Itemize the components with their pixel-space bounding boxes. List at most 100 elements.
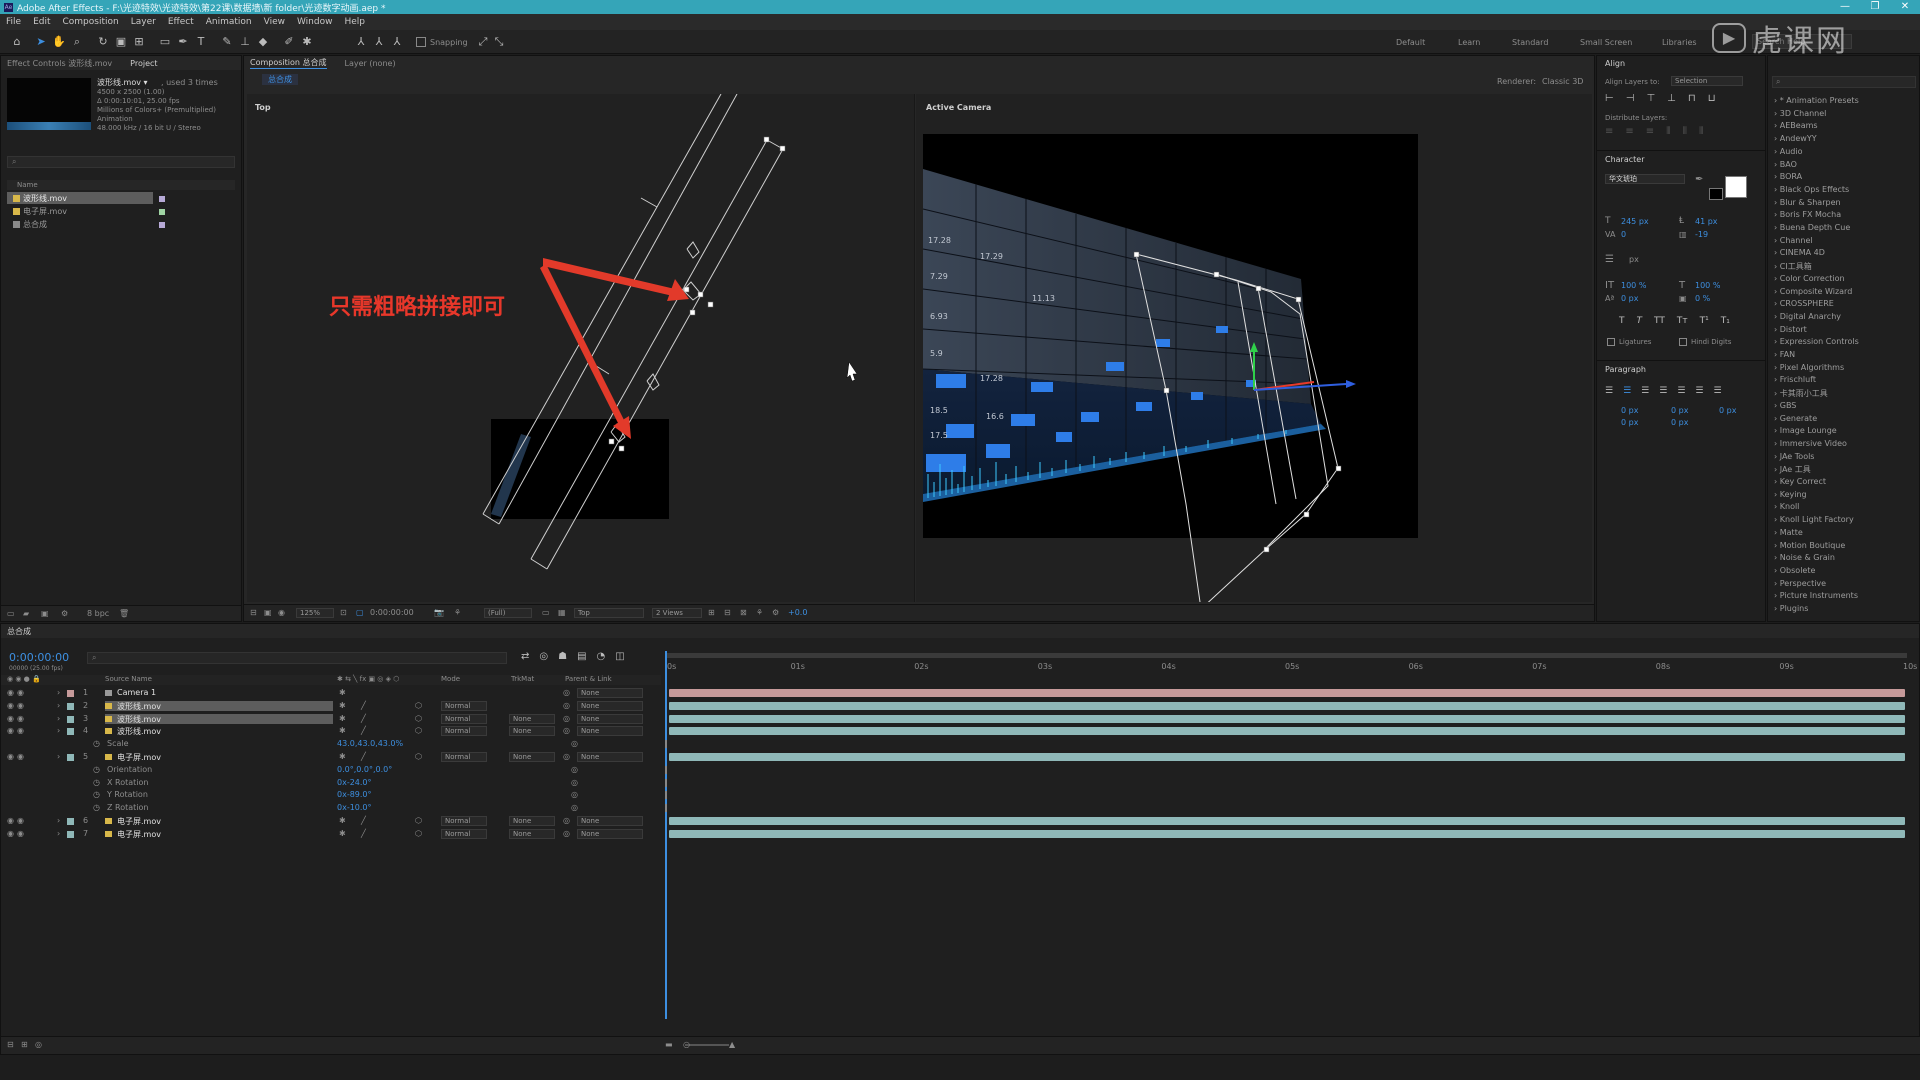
align-to-dropdown[interactable]: Selection xyxy=(1671,76,1743,86)
layer-label-color[interactable] xyxy=(67,728,74,736)
effect-category-item[interactable]: › Blur & Sharpen xyxy=(1774,198,1841,207)
shy-switch-icon[interactable]: ✱ xyxy=(339,726,346,735)
layer-duration-bar[interactable] xyxy=(669,701,1905,710)
bit-depth-label[interactable]: 8 bpc xyxy=(87,609,109,618)
tab-layer[interactable]: Layer (none) xyxy=(345,59,396,68)
mask-visibility-icon[interactable]: ◉ xyxy=(278,608,285,617)
effect-category-item[interactable]: › FAN xyxy=(1774,350,1795,359)
trash-icon[interactable]: 🗑 xyxy=(119,609,129,618)
rotation-tool-icon[interactable]: ↻ xyxy=(96,35,110,49)
effect-category-item[interactable]: › Distort xyxy=(1774,325,1807,334)
menu-help[interactable]: Help xyxy=(344,17,365,27)
frame-blending-icon[interactable]: ▤ xyxy=(577,651,586,662)
effect-category-item[interactable]: › * Animation Presets xyxy=(1774,96,1859,105)
effect-category-item[interactable]: › Boris FX Mocha xyxy=(1774,210,1841,219)
align-hcenter-icon[interactable]: ⊣ xyxy=(1626,93,1635,104)
comp-breadcrumb[interactable]: 总合成 xyxy=(262,74,298,85)
layer-property-row[interactable]: ◷ Z Rotation 0x-10.0° ◎ xyxy=(1,802,661,814)
menu-edit[interactable]: Edit xyxy=(33,17,50,27)
current-time-display[interactable]: 0:00:00:00 xyxy=(370,608,414,617)
workspace-standard[interactable]: Standard xyxy=(1512,38,1548,47)
effect-category-item[interactable]: › Motion Boutique xyxy=(1774,541,1845,550)
audio-icon[interactable]: ◉ xyxy=(17,714,24,723)
pick-whip-icon[interactable]: ◎ xyxy=(563,714,570,723)
axis-world-icon[interactable]: ⅄ xyxy=(372,35,386,49)
keyframe-marker[interactable] xyxy=(665,804,667,813)
quality-switch-icon[interactable]: ╱ xyxy=(361,701,366,710)
visibility-eye-icon[interactable]: ◉ xyxy=(7,752,14,761)
horizontal-scale-value[interactable]: 100 % xyxy=(1695,281,1720,290)
layer-duration-bar[interactable] xyxy=(669,689,1905,697)
audio-icon[interactable]: ◉ xyxy=(17,752,24,761)
quality-switch-icon[interactable]: ╱ xyxy=(361,726,366,735)
stopwatch-icon[interactable]: ◷ xyxy=(93,803,100,812)
track-matte-dropdown[interactable]: None xyxy=(509,713,555,724)
expand-arrow-icon[interactable]: › xyxy=(57,829,60,838)
stopwatch-icon[interactable]: ◷ xyxy=(93,739,100,748)
hindi-digits-checkbox[interactable] xyxy=(1679,338,1687,346)
effect-category-item[interactable]: › Perspective xyxy=(1774,579,1826,588)
justify-center-icon[interactable]: ☰ xyxy=(1677,386,1685,396)
snapping-checkbox[interactable] xyxy=(416,37,426,47)
align-top-icon[interactable]: ⊥ xyxy=(1667,93,1676,104)
workspace-libraries[interactable]: Libraries xyxy=(1662,38,1697,47)
layer-duration-bar[interactable] xyxy=(669,829,1905,838)
tracking-value[interactable]: -19 xyxy=(1695,230,1708,239)
always-preview-icon[interactable]: ⊟ xyxy=(250,608,257,617)
safe-zones-icon[interactable]: ⊡ xyxy=(340,608,347,617)
interpret-footage-icon[interactable]: ▭ xyxy=(7,609,15,618)
stopwatch-icon[interactable]: ◷ xyxy=(93,778,100,787)
expand-arrow-icon[interactable]: › xyxy=(57,714,60,723)
pick-whip-icon[interactable]: ◎ xyxy=(563,701,570,710)
timeline-layer-row[interactable]: ◉ ◉ › 2 波形线.mov ✱ ╱ ⬡ Normal ◎ None xyxy=(1,700,661,712)
render-time-icon[interactable]: ◎ xyxy=(35,1040,42,1049)
property-value[interactable]: 43.0,43.0,43.0% xyxy=(337,739,403,748)
shy-icon[interactable]: ☗ xyxy=(558,651,567,662)
menu-animation[interactable]: Animation xyxy=(206,17,252,27)
effect-category-item[interactable]: › Expression Controls xyxy=(1774,337,1859,346)
shy-switch-icon[interactable]: ✱ xyxy=(339,701,346,710)
zoom-slider-handle-icon[interactable]: ○ xyxy=(683,1040,690,1049)
zoom-out-icon[interactable]: ▬ xyxy=(665,1040,673,1049)
font-size-value[interactable]: 245 px xyxy=(1621,217,1649,226)
layer-label-color[interactable] xyxy=(67,702,74,710)
subscript-icon[interactable]: T₁ xyxy=(1721,316,1730,326)
axis-local-icon[interactable]: ⅄ xyxy=(354,35,368,49)
workspace-default[interactable]: Default xyxy=(1396,38,1425,47)
all-caps-icon[interactable]: TT xyxy=(1654,316,1665,326)
baseline-shift-value[interactable]: 0 px xyxy=(1621,294,1638,303)
snap-features-icon[interactable]: ⤡ xyxy=(492,35,506,49)
quality-switch-icon[interactable]: ╱ xyxy=(361,714,366,723)
maximize-button[interactable]: ❐ xyxy=(1860,0,1890,14)
timeline-search-input[interactable]: ⌕ xyxy=(87,652,507,664)
zoom-in-icon[interactable]: ▲ xyxy=(729,1040,735,1049)
motion-blur-icon[interactable]: ◔ xyxy=(597,651,606,662)
layer-label-color[interactable] xyxy=(67,818,74,825)
project-item[interactable]: 总合成 xyxy=(7,218,153,230)
layer-label-color[interactable] xyxy=(67,715,74,723)
parent-dropdown[interactable]: None xyxy=(577,713,643,724)
fill-color-swatch[interactable] xyxy=(1725,176,1747,198)
effect-category-item[interactable]: › CINEMA 4D xyxy=(1774,248,1825,257)
effect-category-item[interactable]: › Channel xyxy=(1774,236,1813,245)
shy-switch-icon[interactable]: ✱ xyxy=(339,714,346,723)
blend-mode-dropdown[interactable]: Normal xyxy=(441,816,487,826)
effect-category-item[interactable]: › 卡其雨小工具 xyxy=(1774,388,1828,399)
menu-file[interactable]: File xyxy=(6,17,21,27)
expand-arrow-icon[interactable]: › xyxy=(57,688,60,697)
space-after-value[interactable]: 0 px xyxy=(1671,418,1688,427)
exposure-value[interactable]: +0.0 xyxy=(788,608,807,617)
tab-effect-controls[interactable]: Effect Controls 波形线.mov xyxy=(7,58,112,69)
parent-dropdown[interactable]: None xyxy=(577,752,643,762)
pick-whip-icon[interactable]: ◎ xyxy=(563,688,570,697)
expression-pick-whip-icon[interactable]: ◎ xyxy=(571,739,578,748)
effect-category-item[interactable]: › Digital Anarchy xyxy=(1774,312,1841,321)
visibility-eye-icon[interactable]: ◉ xyxy=(7,701,14,710)
visibility-eye-icon[interactable]: ◉ xyxy=(7,726,14,735)
menu-layer[interactable]: Layer xyxy=(131,17,156,27)
distribute-bottom-icon[interactable]: ≡ xyxy=(1646,126,1654,137)
first-line-indent-value[interactable]: 0 px xyxy=(1621,418,1638,427)
small-caps-icon[interactable]: Tт xyxy=(1677,316,1688,326)
expand-arrow-icon[interactable]: › xyxy=(57,752,60,761)
eyedropper-icon[interactable]: ✒ xyxy=(1695,174,1703,185)
